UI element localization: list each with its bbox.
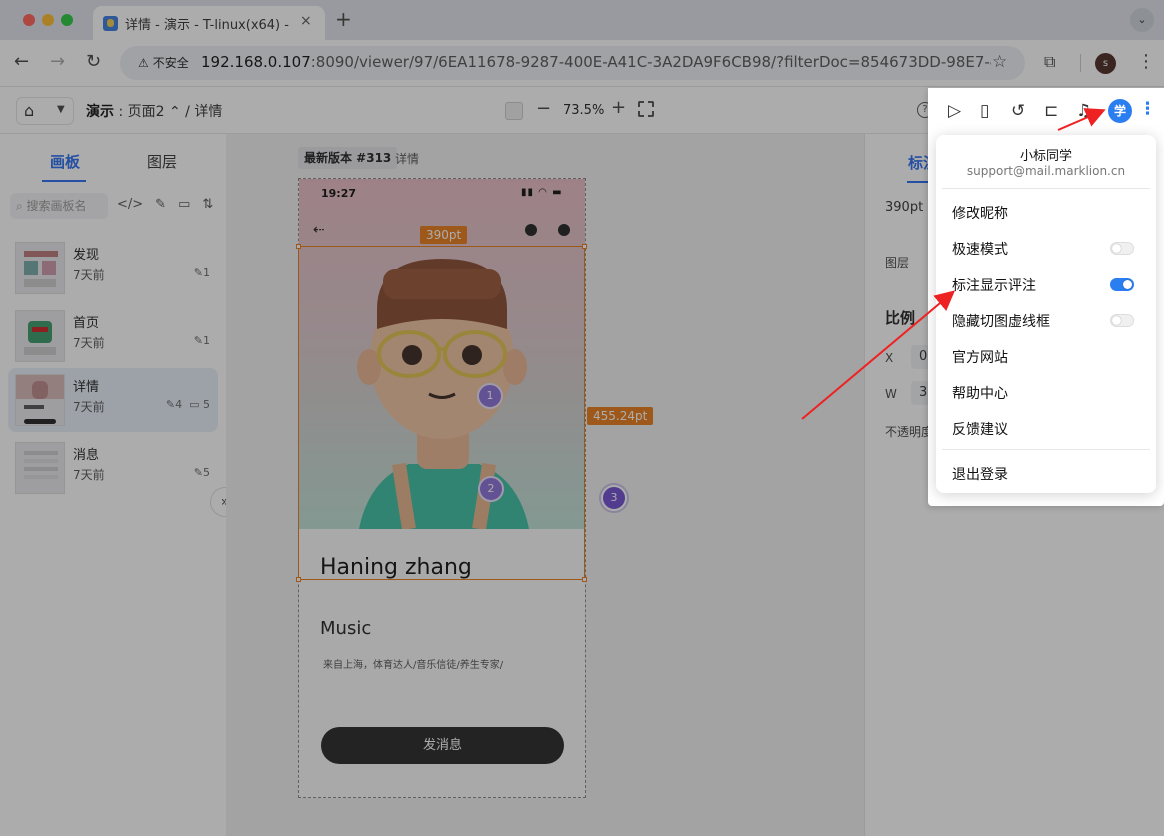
menu-item-rename[interactable]: 修改昵称	[952, 203, 1142, 223]
device-preview-icon[interactable]: ▯	[980, 101, 989, 121]
menu-divider	[942, 188, 1150, 189]
menu-item-label: 隐藏切图虚线框	[952, 314, 1050, 330]
hide-slice-toggle[interactable]	[1110, 314, 1134, 327]
fast-mode-toggle[interactable]	[1110, 242, 1134, 255]
folder-clock-icon[interactable]: ⊏	[1044, 101, 1058, 121]
menu-username: 小标同学	[1019, 149, 1072, 164]
menu-item-fast-mode[interactable]: 极速模式	[952, 239, 1142, 259]
play-icon[interactable]: ▷	[948, 101, 961, 121]
history-icon[interactable]: ↺	[1011, 101, 1025, 121]
menu-item-website[interactable]: 官方网站	[952, 347, 1142, 367]
menu-item-feedback[interactable]: 反馈建议	[952, 419, 1142, 439]
user-menu: 小标同学 support@mail.marklion.cn 修改昵称 极速模式 …	[936, 135, 1156, 493]
bell-icon[interactable]: ♫	[1076, 101, 1091, 121]
menu-item-help[interactable]: 帮助中心	[952, 383, 1142, 403]
menu-item-hide-slice[interactable]: 隐藏切图虚线框	[952, 311, 1142, 331]
menu-item-logout[interactable]: 退出登录	[952, 464, 1142, 484]
menu-email: support@mail.marklion.cn	[966, 164, 1126, 178]
menu-item-label: 标注显示评注	[952, 278, 1036, 294]
more-vertical-icon[interactable]: ⋮	[1139, 99, 1156, 119]
show-comments-toggle[interactable]	[1110, 278, 1134, 291]
menu-divider	[942, 449, 1150, 450]
user-avatar-button[interactable]: 学	[1108, 99, 1132, 123]
menu-item-show-comments[interactable]: 标注显示评注	[952, 275, 1142, 295]
menu-item-label: 极速模式	[952, 242, 1008, 258]
